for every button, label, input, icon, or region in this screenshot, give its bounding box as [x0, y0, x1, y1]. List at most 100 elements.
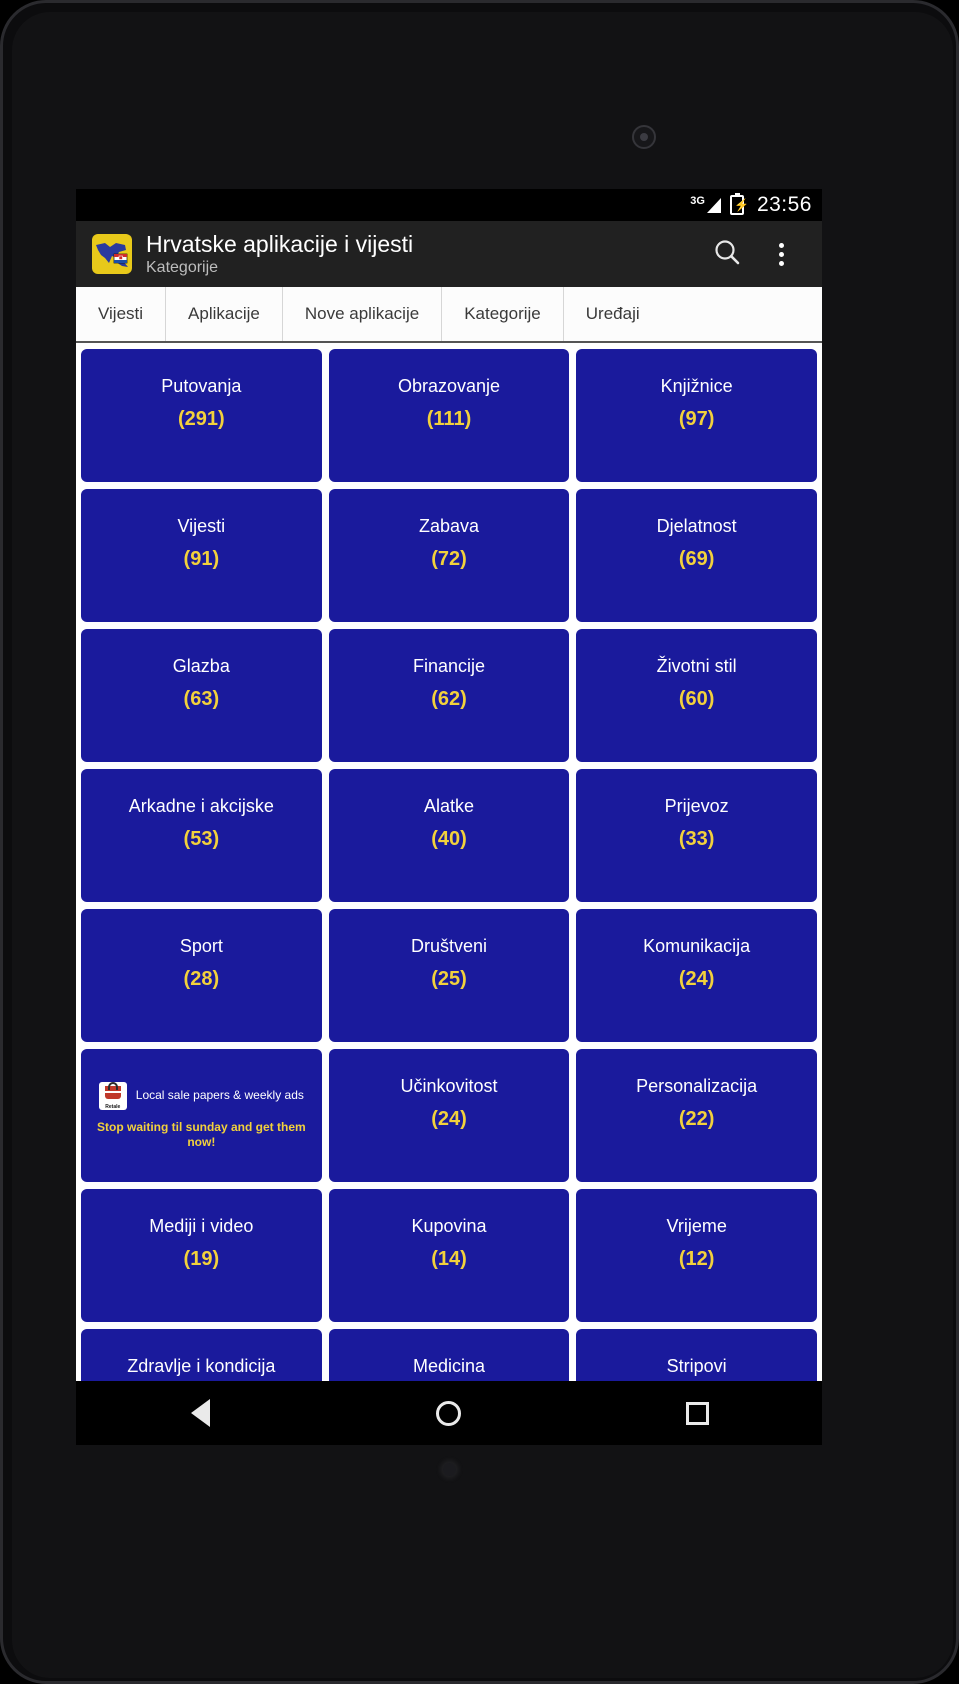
- tab-kategorije[interactable]: Kategorije: [442, 287, 564, 341]
- home-button[interactable]: [399, 1387, 499, 1439]
- category-tile[interactable]: Zdravlje i kondicija: [81, 1329, 322, 1381]
- category-name: Vijesti: [177, 516, 226, 536]
- status-bar: 3G ⚡ 23:56: [76, 189, 822, 221]
- android-navigation-bar: [76, 1381, 822, 1445]
- category-count: (33): [678, 828, 715, 850]
- category-tile[interactable]: Personalizacija (22): [576, 1049, 817, 1182]
- tab-label: Aplikacije: [188, 304, 260, 323]
- category-name: Prijevoz: [664, 796, 729, 816]
- tab-label: Uređaji: [585, 304, 640, 323]
- overflow-menu-button[interactable]: [754, 227, 808, 281]
- overflow-menu-icon: [778, 242, 784, 266]
- category-name: Životni stil: [656, 656, 737, 676]
- category-name: Djelatnost: [656, 516, 737, 536]
- bottom-sensor-icon: [443, 1463, 456, 1476]
- front-camera-icon: [632, 125, 656, 149]
- category-name: Mediji i video: [149, 1216, 254, 1236]
- advertisement-tile[interactable]: Retale Local sale papers & weekly ads St…: [81, 1049, 322, 1182]
- category-name: Sport: [179, 936, 223, 956]
- category-count: (28): [183, 968, 220, 990]
- category-count: (24): [678, 968, 715, 990]
- tab-nove-aplikacije[interactable]: Nove aplikacije: [283, 287, 443, 341]
- shopping-bag-icon: Retale: [98, 1081, 127, 1110]
- ad-line-1: Local sale papers & weekly ads: [135, 1088, 304, 1102]
- action-bar: Hrvatske aplikacije i vijesti Kategorije: [76, 221, 822, 287]
- croatia-map-icon: [92, 234, 132, 274]
- category-count: (19): [183, 1248, 220, 1270]
- category-tile[interactable]: Prijevoz (33): [576, 769, 817, 902]
- category-name: Knjižnice: [660, 376, 733, 396]
- network-type-label: 3G: [690, 194, 705, 207]
- category-count: (111): [426, 408, 472, 430]
- category-name: Alatke: [423, 796, 474, 816]
- recents-button[interactable]: [648, 1387, 748, 1439]
- ad-badge-label: Retale: [105, 1103, 121, 1110]
- category-tile[interactable]: Knjižnice (97): [576, 349, 817, 482]
- category-tile[interactable]: Alatke (40): [328, 769, 570, 902]
- status-icons: 3G ⚡ 23:56: [690, 193, 812, 217]
- category-name: Vrijeme: [666, 1216, 727, 1236]
- category-name: Zabava: [418, 516, 480, 536]
- category-tile[interactable]: Životni stil (60): [576, 629, 817, 762]
- category-tile[interactable]: Arkadne i akcijske (53): [81, 769, 322, 902]
- search-icon: [712, 237, 742, 272]
- category-count: (291): [177, 408, 225, 430]
- category-tile[interactable]: Stripovi: [576, 1329, 817, 1381]
- category-tile[interactable]: Financije (62): [328, 629, 570, 762]
- category-grid: Putovanja (291) Obrazovanje (111) Knjižn…: [76, 343, 822, 1381]
- category-tile[interactable]: Učinkovitost (24): [328, 1049, 570, 1182]
- category-tile[interactable]: Obrazovanje (111): [328, 349, 570, 482]
- category-tile[interactable]: Glazba (63): [81, 629, 322, 762]
- page-title: Hrvatske aplikacije i vijesti: [146, 231, 414, 257]
- category-tile[interactable]: Sport (28): [81, 909, 322, 1042]
- category-count: (91): [183, 548, 220, 570]
- back-button[interactable]: [150, 1387, 250, 1439]
- category-tile[interactable]: Djelatnost (69): [576, 489, 817, 622]
- category-name: Zdravlje i kondicija: [127, 1356, 276, 1376]
- category-count: (25): [431, 968, 467, 990]
- tab-uredaji[interactable]: Uređaji: [564, 287, 662, 341]
- battery-charging-icon: ⚡: [729, 193, 749, 215]
- category-name: Medicina: [412, 1356, 486, 1376]
- tab-label: Vijesti: [98, 304, 144, 323]
- category-tile[interactable]: Kupovina (14): [328, 1189, 570, 1322]
- category-name: Učinkovitost: [400, 1076, 498, 1096]
- category-count: (14): [431, 1248, 467, 1270]
- category-name: Kupovina: [411, 1216, 487, 1236]
- title-block: Hrvatske aplikacije i vijesti Kategorije: [146, 231, 700, 277]
- category-tile[interactable]: Društveni (25): [328, 909, 570, 1042]
- category-count: (62): [431, 688, 467, 710]
- category-tile[interactable]: Medicina: [328, 1329, 570, 1381]
- category-count: (53): [183, 828, 220, 850]
- category-tile[interactable]: Vijesti (91): [81, 489, 322, 622]
- category-count: (22): [678, 1108, 715, 1130]
- tab-vijesti[interactable]: Vijesti: [76, 287, 167, 341]
- category-count: (97): [678, 408, 715, 430]
- category-count: (40): [431, 828, 467, 850]
- back-triangle-icon: [190, 1399, 210, 1427]
- category-name: Financije: [412, 656, 486, 676]
- category-count: (63): [183, 688, 220, 710]
- category-name: Arkadne i akcijske: [128, 796, 274, 816]
- status-clock: 23:56: [756, 193, 812, 216]
- ad-headline-row: Retale Local sale papers & weekly ads: [81, 1081, 322, 1110]
- recents-square-icon: [686, 1401, 710, 1425]
- category-tile[interactable]: Vrijeme (12): [576, 1189, 817, 1322]
- page-subtitle: Kategorije: [146, 259, 219, 276]
- home-circle-icon: [436, 1400, 462, 1426]
- category-tile[interactable]: Mediji i video (19): [81, 1189, 322, 1322]
- category-count: (24): [431, 1108, 467, 1130]
- category-name: Stripovi: [666, 1356, 727, 1376]
- category-tile[interactable]: Komunikacija (24): [576, 909, 817, 1042]
- search-button[interactable]: [700, 227, 754, 281]
- category-count: (12): [678, 1248, 715, 1270]
- category-count: (72): [431, 548, 467, 570]
- category-tile[interactable]: Zabava (72): [328, 489, 570, 622]
- category-name: Komunikacija: [643, 936, 751, 956]
- category-count: (69): [678, 548, 715, 570]
- category-name: Personalizacija: [636, 1076, 758, 1096]
- phone-screen: 3G ⚡ 23:56 Hrvatske aplikacije i vijesti…: [76, 189, 822, 1381]
- category-tile[interactable]: Putovanja (291): [81, 349, 322, 482]
- tab-label: Nove aplikacije: [304, 304, 420, 323]
- tab-aplikacije[interactable]: Aplikacije: [166, 287, 283, 341]
